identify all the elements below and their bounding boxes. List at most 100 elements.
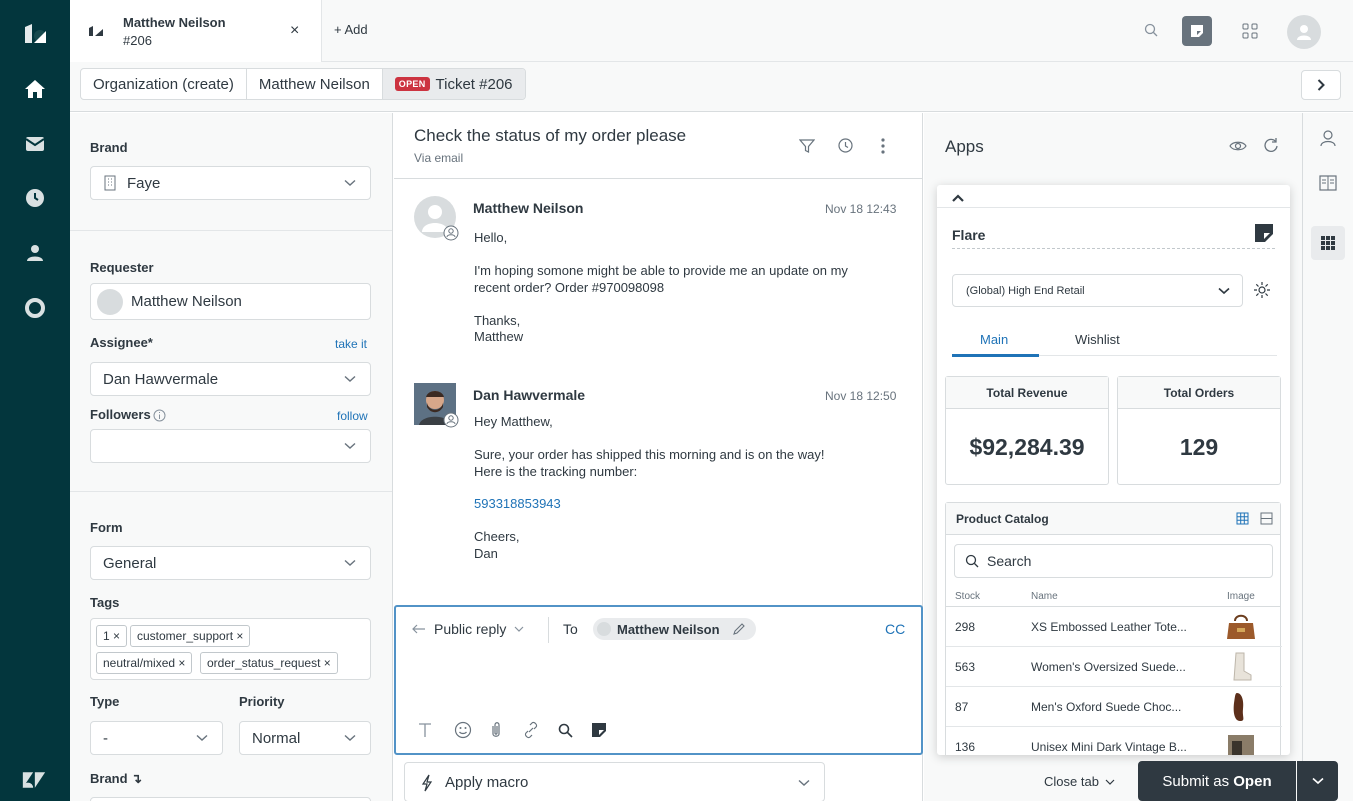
tag-remove-icon[interactable]: × (236, 629, 243, 643)
recipient-chip[interactable]: Matthew Neilson (593, 618, 756, 640)
recipient-avatar (597, 622, 611, 636)
search-icon (965, 554, 979, 568)
reply-mode-select[interactable]: Public reply (412, 621, 524, 637)
message-timestamp[interactable]: Nov 18 12:50 (825, 389, 896, 403)
message-author[interactable]: Dan Hawvermale (473, 387, 585, 403)
chevron-down-icon (514, 626, 524, 632)
attachment-icon[interactable] (490, 721, 502, 739)
text-format-icon[interactable] (418, 722, 432, 738)
table-row[interactable]: 87 Men's Oxford Suede Choc... (946, 687, 1282, 727)
conversations-app-icon[interactable] (1182, 16, 1212, 46)
filter-icon[interactable] (799, 138, 815, 154)
search-icon[interactable] (1144, 23, 1158, 37)
product-catalog: Product Catalog Search Stock Name Image … (945, 502, 1282, 755)
collapse-chevron-up-icon[interactable] (952, 194, 964, 202)
table-row[interactable]: 298 XS Embossed Leather Tote... (946, 607, 1282, 647)
breadcrumb-organization[interactable]: Organization (create) (81, 69, 247, 99)
apps-panel: Apps Flare (Global) High End Retail Main… (924, 113, 1302, 801)
reply-arrow-icon (412, 624, 425, 634)
tag-chip[interactable]: order_status_request × (200, 652, 338, 674)
apply-macro-select[interactable]: Apply macro (404, 762, 825, 801)
reporting-clock-icon[interactable] (23, 186, 47, 210)
tag-remove-icon[interactable]: × (178, 656, 185, 670)
tag-remove-icon[interactable]: × (324, 656, 331, 670)
brand-field-select[interactable] (90, 797, 371, 801)
cc-button[interactable]: CC (885, 621, 905, 637)
history-icon[interactable] (837, 137, 854, 154)
breadcrumb: Organization (create) Matthew Neilson OP… (80, 68, 526, 100)
message-line: Dan (474, 546, 498, 561)
tag-chip[interactable]: customer_support × (130, 625, 251, 647)
chevron-down-icon (344, 179, 356, 186)
ticket-tab[interactable]: Matthew Neilson #206 × (70, 0, 322, 62)
home-icon[interactable] (23, 77, 47, 101)
message-timestamp[interactable]: Nov 18 12:43 (825, 202, 896, 216)
take-it-link[interactable]: take it (335, 337, 367, 351)
type-select[interactable]: - (90, 721, 223, 755)
refresh-icon[interactable] (1263, 137, 1279, 153)
assignee-select[interactable]: Dan Hawvermale (90, 362, 371, 396)
tab-close-button[interactable]: × (290, 22, 299, 40)
zendesk-z-icon[interactable] (22, 768, 46, 792)
tag-chip[interactable]: neutral/mixed × (96, 652, 193, 674)
breadcrumb-requester[interactable]: Matthew Neilson (247, 69, 383, 99)
settings-gear-icon[interactable] (1253, 281, 1271, 299)
conversation-panel: Check the status of my order please Via … (394, 113, 923, 801)
tag-chip[interactable]: 1 × (96, 625, 128, 647)
customers-person-icon[interactable] (23, 241, 47, 265)
requester-field[interactable]: Matthew Neilson (90, 283, 371, 320)
flare-app-icon[interactable] (591, 722, 607, 738)
form-select[interactable]: General (90, 546, 371, 580)
knowledge-book-icon[interactable] (1319, 175, 1337, 191)
breadcrumb-ticket[interactable]: OPEN Ticket #206 (382, 69, 525, 99)
close-tab-label: Close tab (1044, 774, 1099, 789)
edit-pencil-icon[interactable] (732, 622, 746, 636)
tag-remove-icon[interactable]: × (113, 629, 120, 643)
close-tab-button[interactable]: Close tab (1044, 774, 1115, 789)
message-line: Hey Matthew, (474, 414, 553, 429)
submit-button[interactable]: Submit as Open (1138, 761, 1296, 801)
message-line: Sure, your order has shipped this mornin… (474, 447, 825, 462)
customer-context-icon[interactable] (1320, 129, 1336, 147)
zendesk-logo-icon[interactable] (23, 22, 47, 46)
views-inbox-icon[interactable] (23, 132, 47, 156)
brand-select[interactable]: Faye (90, 166, 371, 200)
to-label: To (563, 621, 578, 637)
tags-input[interactable]: 1 × customer_support × neutral/mixed × o… (90, 618, 371, 680)
submit-options-button[interactable] (1297, 761, 1338, 801)
more-options-icon[interactable] (881, 138, 885, 154)
ticket-subject: Check the status of my order please (414, 126, 687, 145)
divider (548, 617, 549, 643)
reply-mode-label: Public reply (434, 621, 507, 637)
table-row[interactable]: 136 Unisex Mini Dark Vintage B... (946, 727, 1282, 755)
message-author[interactable]: Matthew Neilson (473, 200, 583, 216)
list-view-icon[interactable] (1260, 512, 1273, 525)
priority-select[interactable]: Normal (239, 721, 371, 755)
store-select[interactable]: (Global) High End Retail (952, 274, 1243, 307)
apps-button[interactable] (1311, 226, 1345, 260)
product-image-oxford-shoe (1233, 693, 1244, 721)
user-avatar[interactable] (1287, 15, 1321, 49)
search-knowledge-icon[interactable] (558, 723, 573, 738)
eye-icon[interactable] (1229, 140, 1247, 152)
reply-editor[interactable]: Public reply To Matthew Neilson CC (394, 605, 923, 755)
tab-main[interactable]: Main (980, 332, 1008, 347)
emoji-icon[interactable] (454, 721, 472, 739)
follow-link[interactable]: follow (337, 409, 368, 423)
tracking-number-link[interactable]: 593318853943 (474, 495, 561, 512)
info-icon[interactable] (153, 409, 166, 422)
table-row[interactable]: 563 Women's Oversized Suede... (946, 647, 1282, 687)
followers-select[interactable] (90, 429, 371, 463)
column-header-stock: Stock (955, 591, 981, 602)
admin-lifebuoy-icon[interactable] (23, 296, 47, 320)
product-image-boot (1233, 652, 1252, 681)
product-tray-grid-icon[interactable] (1242, 23, 1258, 39)
tab-wishlist[interactable]: Wishlist (1075, 332, 1120, 347)
link-icon[interactable] (522, 721, 540, 739)
grid-view-icon[interactable] (1236, 512, 1249, 525)
message-line: recent order? Order #970098098 (474, 280, 665, 295)
message-line: Here is the tracking number: (474, 464, 638, 479)
catalog-search-input[interactable]: Search (954, 544, 1273, 578)
next-button[interactable] (1301, 70, 1341, 100)
add-tab-button[interactable]: + Add (334, 22, 368, 37)
